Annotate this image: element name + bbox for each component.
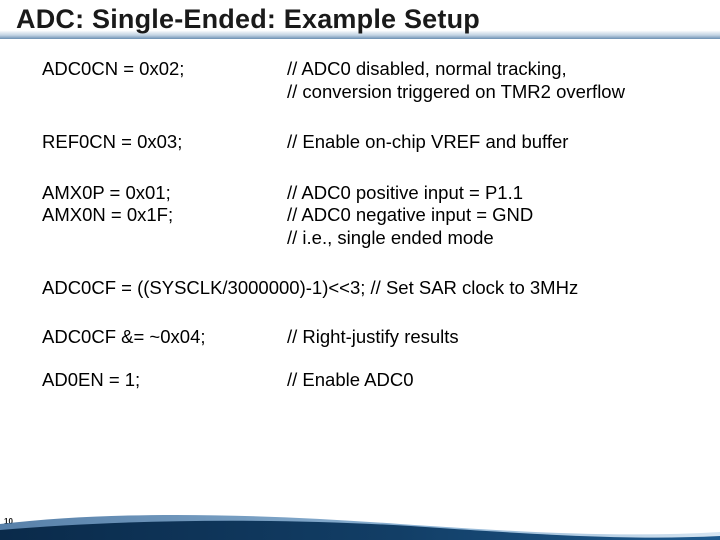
code-comment: // ADC0 positive input = P1.1 // ADC0 ne… bbox=[287, 182, 700, 250]
code-statement: ADC0CN = 0x02; bbox=[42, 58, 287, 81]
code-comment: // ADC0 disabled, normal tracking, // co… bbox=[287, 58, 700, 103]
code-full-line: ADC0CF = ((SYSCLK/3000000)-1)<<3; // Set… bbox=[42, 277, 700, 300]
code-comment: // Enable on-chip VREF and buffer bbox=[287, 131, 700, 154]
code-comment: // Enable ADC0 bbox=[287, 369, 700, 392]
code-statement: AMX0P = 0x01; AMX0N = 0x1F; bbox=[42, 182, 287, 227]
code-row: ADC0CF &= ~0x04; // Right-justify result… bbox=[42, 326, 700, 349]
footer-wave-icon bbox=[0, 510, 720, 540]
slide-content: ADC0CN = 0x02; // ADC0 disabled, normal … bbox=[42, 58, 700, 411]
code-statement: REF0CN = 0x03; bbox=[42, 131, 287, 154]
title-bar: ADC: Single-Ended: Example Setup bbox=[0, 0, 720, 39]
slide-title: ADC: Single-Ended: Example Setup bbox=[16, 4, 720, 35]
code-statement: ADC0CF &= ~0x04; bbox=[42, 326, 287, 349]
code-comment: // Right-justify results bbox=[287, 326, 700, 349]
code-statement: AD0EN = 1; bbox=[42, 369, 287, 392]
code-row: AD0EN = 1; // Enable ADC0 bbox=[42, 369, 700, 392]
footer-decoration bbox=[0, 510, 720, 540]
code-row: ADC0CN = 0x02; // ADC0 disabled, normal … bbox=[42, 58, 700, 103]
code-row: REF0CN = 0x03; // Enable on-chip VREF an… bbox=[42, 131, 700, 154]
code-row: AMX0P = 0x01; AMX0N = 0x1F; // ADC0 posi… bbox=[42, 182, 700, 250]
slide: ADC: Single-Ended: Example Setup ADC0CN … bbox=[0, 0, 720, 540]
